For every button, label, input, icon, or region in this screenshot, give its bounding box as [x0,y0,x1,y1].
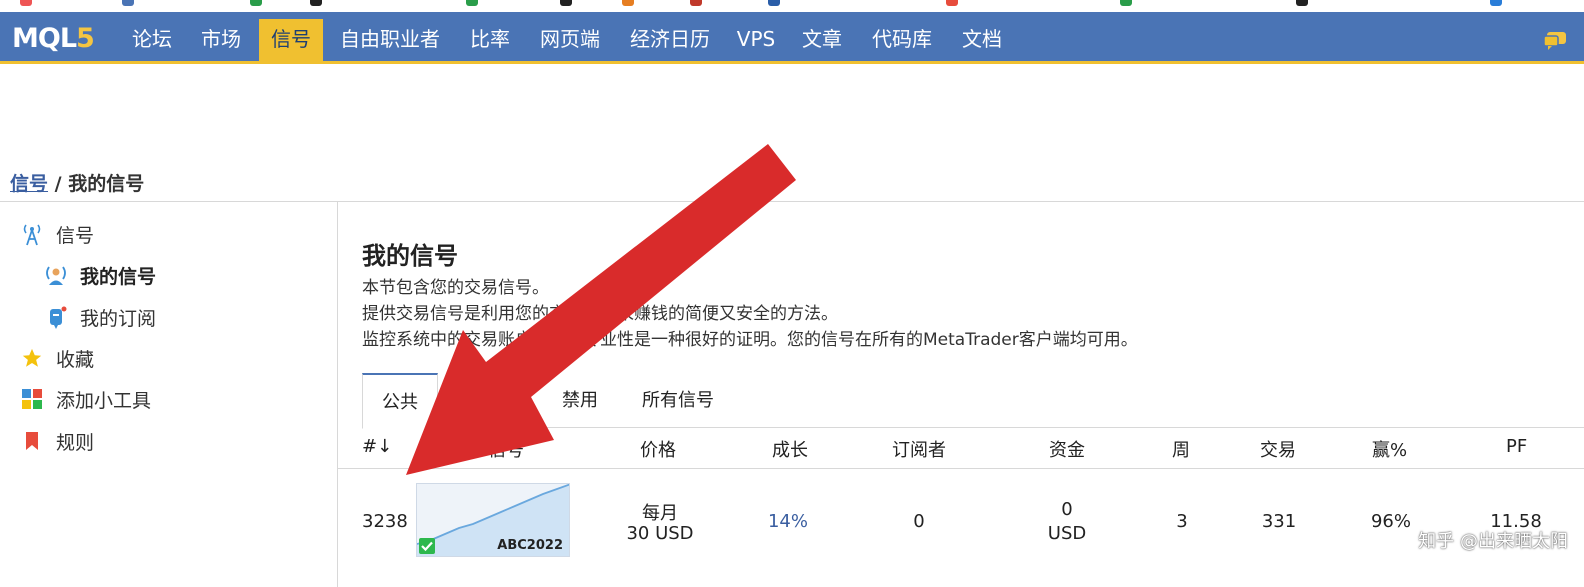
nav-market[interactable]: 市场 [193,19,249,61]
sidebar-item-my-signals[interactable]: 我的信号 [44,260,156,290]
cell-growth: 14% [767,511,808,532]
star-icon [20,346,44,370]
description-line: 本节包含您的交易信号。 [362,278,549,298]
cell-trades: 331 [1261,511,1297,532]
col-header-trades[interactable]: 交易 [1260,436,1296,462]
cell-price-amount: 30 USD [626,523,694,544]
nav-webterminal[interactable]: 网页端 [532,19,608,61]
tab-disabled[interactable]: 禁用 [542,373,618,428]
user-signal-icon [44,263,68,287]
signal-name: ABC2022 [497,538,563,553]
bookmark-icon [20,429,44,453]
cell-price-period: 每月 [642,503,678,524]
mql5-logo[interactable]: MQL 5 [12,22,95,54]
tab-bar: 公共 私人 禁用 所有信号 [362,373,1584,429]
nav-signals[interactable]: 信号 [259,19,323,61]
col-header-signal[interactable]: 信号 [488,436,524,462]
breadcrumb: 信号 / 我的信号 [10,173,145,195]
nav-vps[interactable]: VPS [732,19,780,61]
cell-win-rate: 96% [1370,511,1411,532]
main-content: 我的信号 本节包含您的交易信号。 提供交易信号是利用您的交易技能来赚钱的简便又安… [338,202,1584,587]
subscription-icon [44,305,68,329]
tab-private[interactable]: 私人 [462,373,538,428]
col-header-pf[interactable]: PF [1506,436,1527,457]
nav-docs[interactable]: 文档 [954,19,1010,61]
nav-calendar[interactable]: 经济日历 [624,19,716,61]
nav-forum[interactable]: 论坛 [124,19,180,61]
col-header-subscribers[interactable]: 订阅者 [892,436,946,462]
breadcrumb-link-signals[interactable]: 信号 [10,173,48,195]
nav-articles[interactable]: 文章 [794,19,850,61]
page-title: 我的信号 [362,242,458,270]
sidebar-item-my-subscriptions[interactable]: 我的订阅 [44,302,156,332]
sidebar-item-label: 信号 [56,224,95,247]
top-nav: MQL 5 论坛 市场 信号 自由职业者 比率 网页端 经济日历 VPS 文章 代… [0,12,1584,64]
cell-rank: 3238 [362,511,408,532]
cell-funds-amount: 0 [1061,499,1073,520]
browser-bookmarks-strip [0,0,1584,12]
nav-quotes[interactable]: 比率 [462,19,518,61]
breadcrumb-current: 我的信号 [68,173,145,195]
sidebar-item-label: 规则 [56,431,95,454]
sidebar-item-label: 我的信号 [80,265,157,288]
sidebar-item-label: 我的订阅 [80,307,157,330]
sidebar-item-signals[interactable]: 信号 [20,219,94,249]
tab-all-signals[interactable]: 所有信号 [632,373,724,428]
sidebar-item-favorites[interactable]: 收藏 [20,343,94,373]
verified-check-icon [419,538,435,554]
divider [338,468,1584,469]
chat-icon[interactable] [1544,30,1568,50]
col-header-growth[interactable]: 成长 [772,436,808,462]
description-line: 监控系统中的交易账户还证明专业性是一种很好的证明。您的信号在所有的MetaTra… [362,330,1138,350]
nav-freelance[interactable]: 自由职业者 [336,19,444,61]
sidebar-item-label: 添加小工具 [56,389,152,412]
cell-funds-currency: USD [1047,523,1087,544]
col-header-price[interactable]: 价格 [640,436,676,462]
nav-codebase[interactable]: 代码库 [864,19,940,61]
antenna-icon [20,222,44,246]
col-header-rank[interactable]: #↓ [362,436,392,457]
cell-weeks: 3 [1176,511,1188,532]
col-header-win[interactable]: 赢% [1372,436,1407,462]
col-header-weeks[interactable]: 周 [1172,436,1190,462]
sidebar: 信号 我的信号 我的订阅 收藏 添加小工具 规则 [0,202,338,587]
cell-subscribers: 0 [913,511,925,532]
sidebar-item-label: 收藏 [56,348,95,371]
signal-thumbnail[interactable]: ABC2022 [416,483,570,557]
watermark: 知乎 @出来晒太阳 [1418,531,1568,552]
widgets-icon [20,387,44,411]
sidebar-item-rules[interactable]: 规则 [20,426,94,456]
sidebar-item-widgets[interactable]: 添加小工具 [20,384,151,414]
description-line: 提供交易信号是利用您的交易技能来赚钱的简便又安全的方法。 [362,304,838,324]
tab-public[interactable]: 公共 [362,373,438,429]
col-header-funds[interactable]: 资金 [1049,436,1085,462]
